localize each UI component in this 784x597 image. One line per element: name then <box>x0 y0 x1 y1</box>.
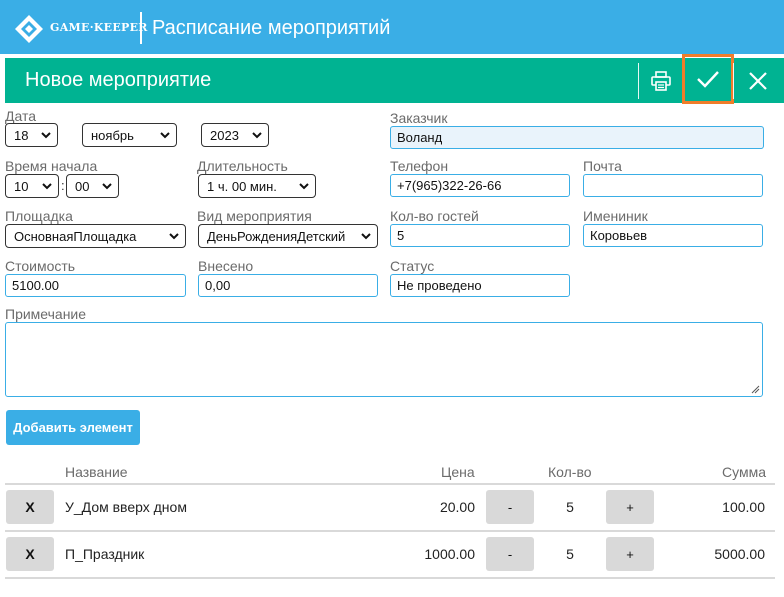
table-divider <box>5 530 775 532</box>
increase-qty-button[interactable]: + <box>606 537 654 571</box>
chevron-down-icon <box>252 132 262 139</box>
start-minute-value: 00 <box>75 178 90 194</box>
add-element-button[interactable]: Добавить элемент <box>6 410 140 445</box>
date-day-value: 18 <box>14 127 29 143</box>
venue-select[interactable]: ОсновнаяПлощадка <box>5 224 186 248</box>
phone-input[interactable]: +7(965)322-26-66 <box>390 174 570 197</box>
customer-input[interactable]: Воланд <box>390 126 764 149</box>
note-textarea[interactable] <box>5 322 763 397</box>
duration-value: 1 ч. 00 мин. <box>207 178 277 194</box>
chevron-down-icon <box>102 183 112 190</box>
increase-qty-button[interactable]: + <box>606 490 654 524</box>
remove-item-button[interactable]: X <box>6 490 54 524</box>
column-header-sum: Сумма <box>722 464 766 480</box>
column-header-price: Цена <box>441 464 475 480</box>
item-sum: 5000.00 <box>714 546 765 562</box>
chevron-down-icon <box>160 132 170 139</box>
start-hour-value: 10 <box>14 178 29 194</box>
venue-value: ОсновнаяПлощадка <box>14 228 137 244</box>
column-header-qty: Кол-во <box>548 464 592 480</box>
item-sum: 100.00 <box>722 499 765 515</box>
chevron-down-icon <box>169 233 179 240</box>
close-button[interactable] <box>734 58 782 103</box>
email-label: Почта <box>583 158 622 174</box>
guests-label: Кол-во гостей <box>390 208 479 224</box>
chevron-down-icon <box>41 132 51 139</box>
event-type-value: ДеньРожденияДетский <box>207 228 346 244</box>
customer-label: Заказчик <box>390 110 448 126</box>
printer-icon <box>651 70 671 91</box>
event-type-select[interactable]: ДеньРожденияДетский <box>198 224 378 248</box>
date-label: Дата <box>5 108 37 124</box>
item-price: 20.00 <box>439 499 475 515</box>
note-label: Примечание <box>5 306 87 322</box>
chevron-down-icon <box>299 183 309 190</box>
remove-item-button[interactable]: X <box>6 537 54 571</box>
app-bar: GAME·KEEPER Расписание мероприятий <box>0 0 784 54</box>
decrease-qty-button[interactable]: - <box>486 537 534 571</box>
date-month-select[interactable]: ноябрь <box>82 123 177 147</box>
phone-label: Телефон <box>390 158 449 174</box>
print-button[interactable] <box>639 58 683 103</box>
cost-input[interactable]: 5100.00 <box>5 274 186 297</box>
paid-label: Внесено <box>198 258 254 274</box>
date-day-select[interactable]: 18 <box>5 123 58 147</box>
guests-input[interactable]: 5 <box>390 224 570 247</box>
logo-divider <box>140 12 142 44</box>
email-input[interactable] <box>583 174 763 197</box>
start-hour-select[interactable]: 10 <box>5 174 59 198</box>
venue-label: Площадка <box>5 208 73 224</box>
app-title: Расписание мероприятий <box>152 17 391 39</box>
table-divider <box>5 483 775 485</box>
start-minute-select[interactable]: 00 <box>66 174 119 198</box>
resize-grip-icon[interactable] <box>750 384 760 394</box>
date-year-select[interactable]: 2023 <box>201 123 269 147</box>
date-year-value: 2023 <box>210 127 239 143</box>
paid-input[interactable]: 0,00 <box>198 274 378 297</box>
logo-text: GAME·KEEPER <box>50 21 148 34</box>
item-qty: 5 <box>566 546 574 562</box>
event-type-label: Вид мероприятия <box>197 208 312 224</box>
table-divider <box>5 577 775 579</box>
close-icon <box>749 71 767 90</box>
item-name: У_Дом вверх дном <box>65 499 187 515</box>
decrease-qty-button[interactable]: - <box>486 490 534 524</box>
start-time-label: Время начала <box>5 158 98 174</box>
duration-label: Длительность <box>197 158 288 174</box>
check-icon <box>697 71 719 88</box>
confirm-button[interactable] <box>682 54 734 104</box>
item-name: П_Праздник <box>65 546 145 562</box>
item-qty: 5 <box>566 499 574 515</box>
form-title: Новое мероприятие <box>25 69 212 91</box>
column-header-name: Название <box>65 464 128 480</box>
birthday-person-label: Имениник <box>583 208 648 224</box>
duration-select[interactable]: 1 ч. 00 мин. <box>198 174 316 198</box>
chevron-down-icon <box>42 183 52 190</box>
status-field[interactable]: Не проведено <box>390 274 570 297</box>
form-header: Новое мероприятие <box>5 54 784 104</box>
status-label: Статус <box>390 258 435 274</box>
logo-icon <box>15 15 43 43</box>
cost-label: Стоимость <box>5 258 76 274</box>
item-price: 1000.00 <box>424 546 475 562</box>
date-month-value: ноябрь <box>91 127 134 143</box>
time-separator: : <box>61 178 65 193</box>
birthday-person-input[interactable]: Коровьев <box>583 224 763 247</box>
chevron-down-icon <box>361 233 371 240</box>
